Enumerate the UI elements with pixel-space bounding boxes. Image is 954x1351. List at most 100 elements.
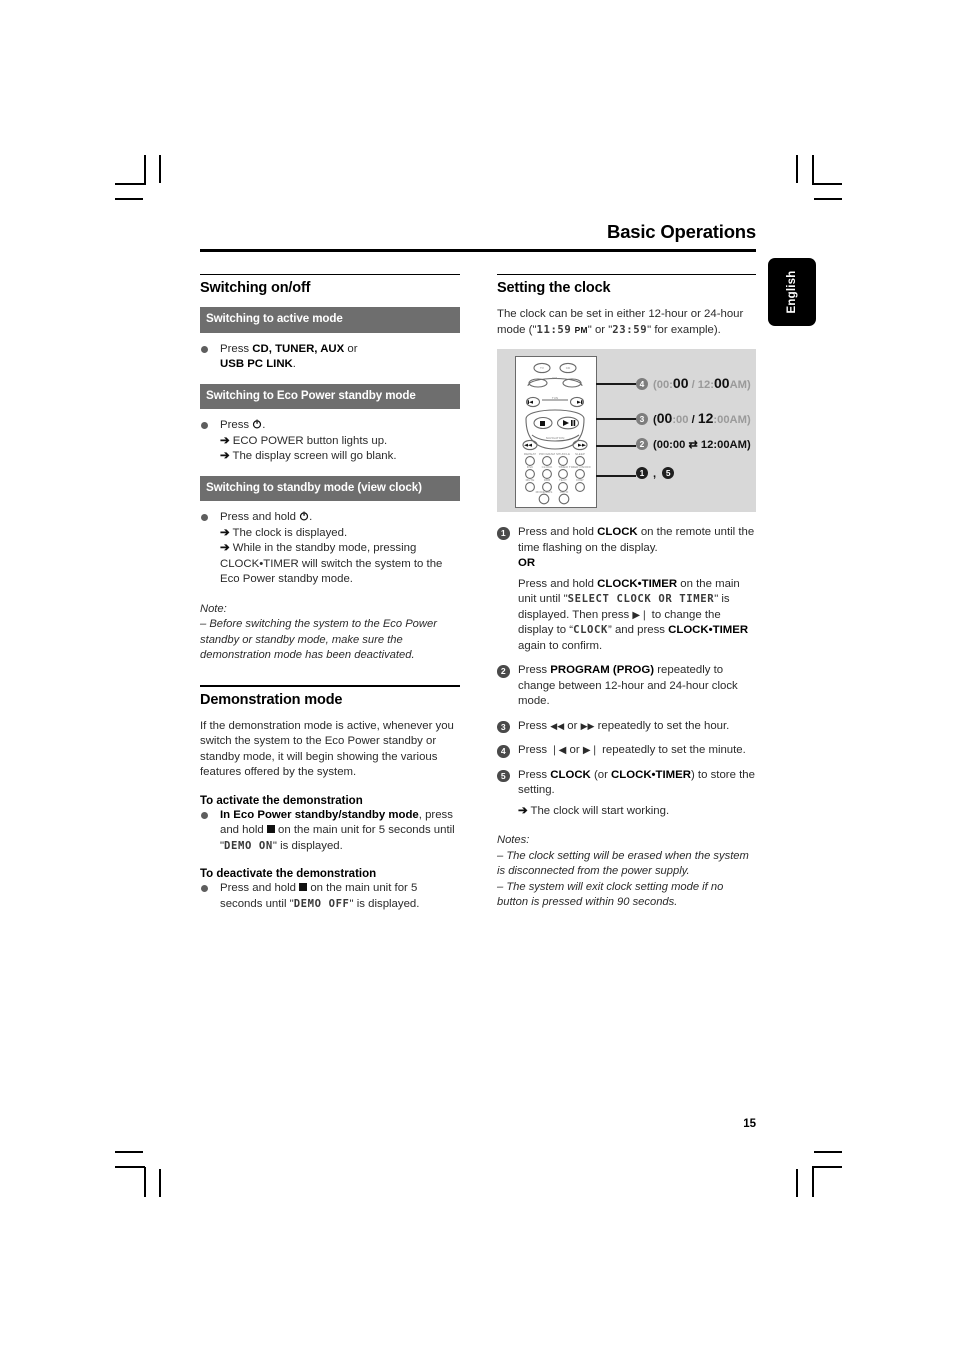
two-column-layout: Switching on/off Switching to active mod… [200,273,756,921]
bullet-dot-icon [201,345,208,353]
result-standby-1: ➔ The clock is displayed. [220,526,460,542]
annotation-number-5: 5 [662,467,675,480]
deactivate-demo-instruction: Press and hold on the main unit for 5 se… [220,881,460,912]
arrow-icon: ➔ [220,542,230,555]
language-tab-label: English [786,270,798,314]
step-2: 2 Press PROGRAM (PROG) repeatedly to cha… [497,663,756,710]
subsection-bar-standby-view-clock: Switching to standby mode (view clock) [200,475,460,502]
pm-indicator: PM [574,324,588,335]
list-item-standby: Press and hold . ➔ The clock is displaye… [200,510,460,588]
list-item-deactivate-demo: Press and hold on the main unit for 5 se… [200,881,460,912]
step-number-3: 3 [497,720,510,734]
remote-control-drawing: TV CD VOL TUN NAVIGATION REPEAT PROGRAM SHU… [522,363,591,505]
crop-mark-bottom-left-v2 [159,1169,161,1197]
source-keys: CD, TUNER, AUX [252,342,345,355]
period: . [262,419,266,432]
arrow-icon: ➔ [518,804,528,817]
svg-text:TV: TV [540,366,545,370]
annotation-step-2: 2 (00:00 ⇄ 12:00AM) [636,438,751,451]
svg-text:CD: CD [566,366,571,370]
result-text: The display screen will go blank. [232,450,397,463]
subhead-activate-demo: To activate the demonstration [200,794,363,807]
step-1: 1 Press and hold CLOCK on the remote unt… [497,525,756,654]
result-text: ECO POWER button lights up. [232,434,388,447]
crop-mark-top-right-h [812,183,842,185]
note-block-switching: Note: – Before switching the system to t… [200,602,460,664]
step-5: 5 Press CLOCK (or CLOCK•TIMER) to store … [497,768,756,820]
svg-text:CLOCK: CLOCK [542,465,554,469]
svg-text:MUTE: MUTE [526,478,535,482]
activate-mode-label: In Eco Power standby/standby mode [220,808,419,821]
right-column: Setting the clock The clock can be set i… [497,273,756,921]
svg-text:PROGRAM: PROGRAM [539,452,555,456]
note-text: – Before switching the system to the Eco… [200,618,437,661]
section-title-demonstration-mode: Demonstration mode [200,691,343,708]
svg-text:DSC: DSC [527,465,534,469]
stop-square-icon [299,883,308,892]
deactivate-text-a: Press and hold [220,882,300,895]
bullet-dot-icon [201,514,208,522]
left-column: Switching on/off Switching to active mod… [200,273,460,921]
press-label: Press [220,342,253,355]
svg-text:TUN: TUN [552,396,558,400]
crop-mark-top-right-v [812,155,814,185]
result-eco-1: ➔ ECO POWER button lights up. [220,434,460,450]
activate-text-d: " is displayed. [272,839,343,852]
crop-mark-bottom-left-v [144,1167,146,1197]
intro-b: " or " [587,323,613,336]
svg-text:REPEAT: REPEAT [524,452,536,456]
crop-mark-bottom-left-h [115,1166,145,1168]
step-4-text: Press ❘◀ or ▶❘ repeatedly to set the min… [518,744,746,757]
step-2-text: Press PROGRAM (PROG) repeatedly to chang… [518,664,738,708]
svg-text:DISP: DISP [576,478,583,482]
or-word: or [344,342,358,355]
svg-text:AUTO: AUTO [560,490,569,494]
svg-text:NAVIGATION: NAVIGATION [546,436,565,440]
lcd-demo-on: DEMO ON [224,839,273,852]
crop-mark-top-left-h [115,183,145,185]
demo-intro-text: If the demonstration mode is active, whe… [200,719,454,779]
lcd-demo-off: DEMO OFF [293,897,350,910]
step-4: 4 Press ❘◀ or ▶❘ repeatedly to set the m… [497,743,756,759]
notes-label: Notes: [497,834,530,847]
leader-line-2 [596,445,636,447]
power-icon [252,419,262,429]
annotation-step-4: 4 (00:00 / 12:00AM) [636,375,751,391]
crop-mark-top-left-v [144,155,146,185]
crop-mark-top-right-v2 [796,155,798,183]
period: . [309,511,313,524]
deactivate-text-c: " is displayed. [349,897,420,910]
leader-line-3 [596,418,636,420]
crop-mark-bottom-left-h2 [115,1151,143,1153]
usb-pc-link-key: USB PC LINK [220,358,293,371]
step-3: 3 Press ◀◀ or ▶▶ repeatedly to set the h… [497,719,756,735]
list-item-active-mode: Press CD, TUNER, AUX or USB PC LINK. [200,342,460,373]
list-item-eco-standby: Press . ➔ ECO POWER button lights up. ➔ … [200,418,460,465]
section-rule-demo [200,685,460,687]
intro-c: " for example). [647,323,721,336]
section-title-switching-on-off: Switching on/off [200,280,311,297]
note-label: Note: [200,602,227,615]
lcd-23-59: 23:59 [612,323,648,336]
crop-mark-top-left-v2 [159,155,161,183]
annotation-number-4: 4 [636,378,648,391]
section-title-setting-the-clock: Setting the clock [497,280,611,297]
page-number: 15 [743,1118,756,1130]
leader-line-4 [596,383,636,385]
page-body: Basic Operations Switching on/off Switch… [200,221,756,921]
remote-control-illustration: TV CD VOL TUN NAVIGATION REPEAT PROGRAM SHU… [515,356,597,509]
svg-text:TEXT: TEXT [559,478,567,482]
clock-setting-diagram: TV CD VOL TUN NAVIGATION REPEAT PROGRAM SHU… [497,349,756,513]
leader-line-1-5 [596,475,636,477]
section-rule-clock [497,273,756,276]
step-number-5: 5 [497,769,510,783]
standby-instruction: Press and hold . [220,510,460,526]
step-number-1: 1 [497,527,510,540]
arrow-icon: ➔ [220,526,230,539]
arrow-icon: ➔ [220,450,230,463]
result-standby-2: ➔ While in the standby mode, pressing CL… [220,541,460,588]
language-tab: English [768,258,816,326]
svg-text:TIMER: TIMER [558,465,568,469]
annotation-number-1: 1 [636,467,648,480]
period: . [292,358,296,371]
